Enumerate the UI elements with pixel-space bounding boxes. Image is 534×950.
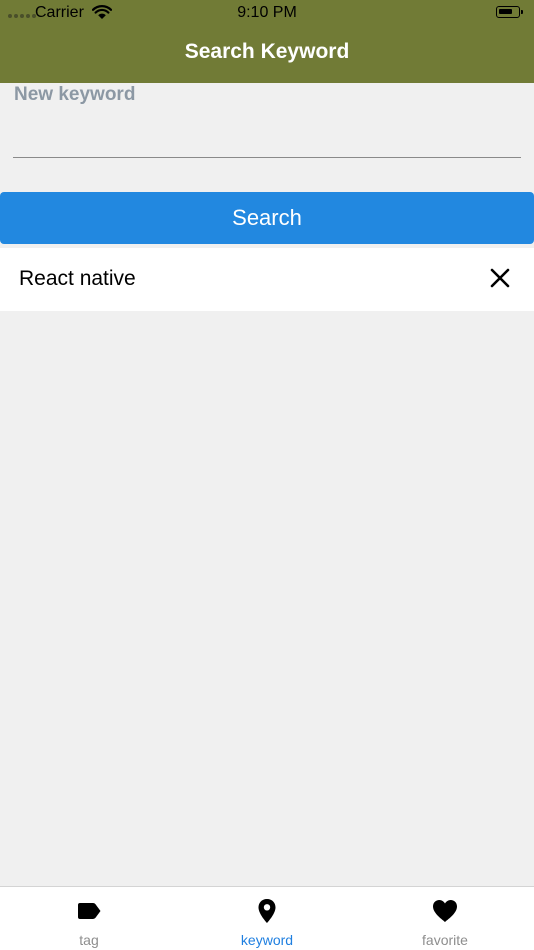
header-bar: Carrier 9:10 PM Search Keyword bbox=[0, 0, 534, 83]
status-time: 9:10 PM bbox=[237, 4, 297, 21]
tab-favorite[interactable]: favorite bbox=[356, 887, 534, 950]
tab-keyword-label: keyword bbox=[240, 932, 294, 948]
keyword-list-item[interactable]: React native bbox=[0, 248, 534, 311]
tag-icon bbox=[78, 903, 101, 919]
heart-icon bbox=[433, 900, 457, 922]
app-screen: Carrier 9:10 PM Search Keyword New keywo… bbox=[0, 0, 534, 950]
status-bar: Carrier 9:10 PM bbox=[0, 0, 534, 26]
battery-icon bbox=[496, 6, 523, 18]
tab-tag[interactable]: tag bbox=[0, 887, 178, 950]
search-button[interactable]: Search bbox=[0, 192, 534, 244]
keyword-input[interactable] bbox=[13, 108, 521, 158]
tab-keyword[interactable]: keyword bbox=[178, 887, 356, 950]
page-title: Search Keyword bbox=[184, 40, 350, 63]
keyword-field-label: New keyword bbox=[14, 84, 136, 105]
close-icon[interactable] bbox=[486, 264, 514, 292]
keyword-label: React native bbox=[19, 267, 136, 290]
tab-tag-label: tag bbox=[79, 932, 99, 948]
tab-favorite-label: favorite bbox=[422, 932, 468, 948]
map-pin-icon bbox=[258, 899, 276, 923]
bottom-tab-bar: tag keyword favorite bbox=[0, 886, 534, 950]
